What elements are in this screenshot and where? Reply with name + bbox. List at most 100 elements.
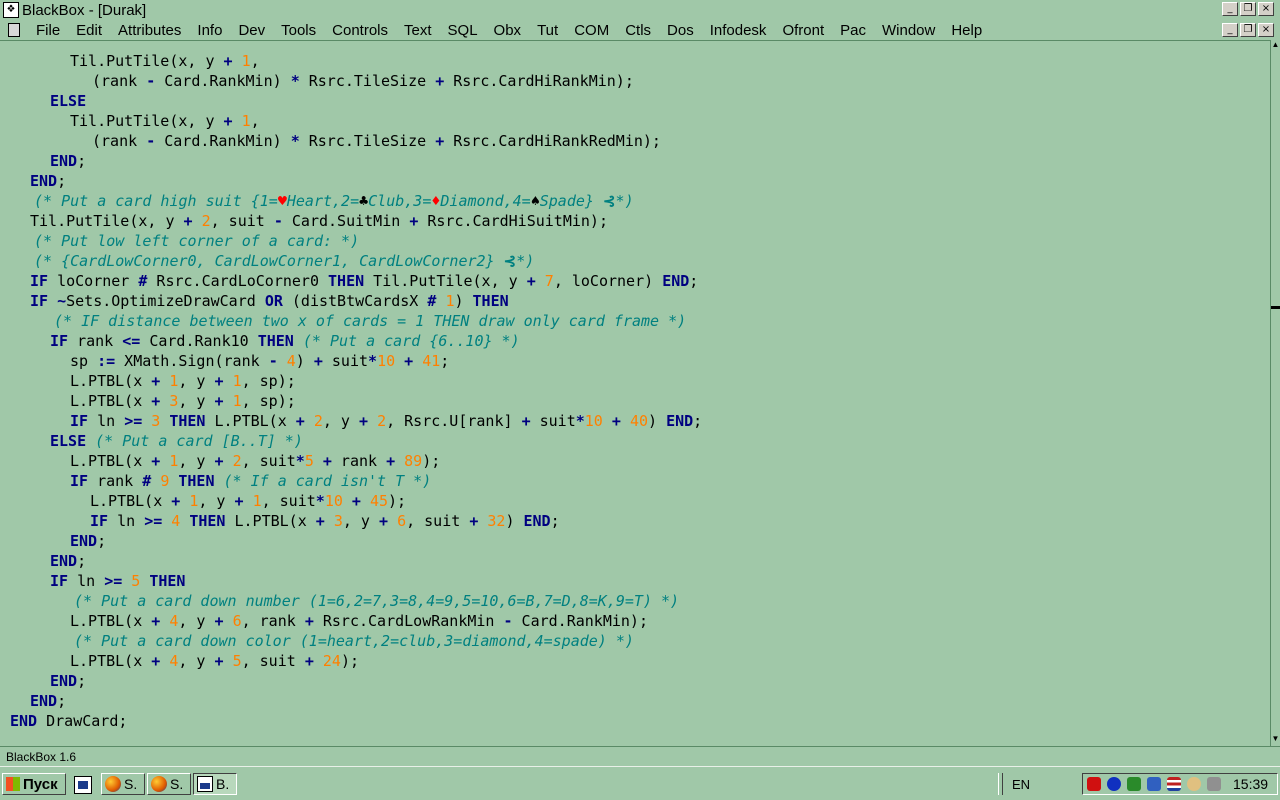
- menu-dev[interactable]: Dev: [230, 22, 273, 39]
- taskbar-button-blackbox[interactable]: B.: [193, 773, 237, 795]
- code-text: XMath.Sign(rank: [115, 352, 269, 370]
- code-line[interactable]: L.PTBL(x + 1, y + 1, suit*10 + 45);: [90, 491, 406, 511]
- code-line[interactable]: END;: [50, 671, 86, 691]
- code-line[interactable]: IF ln >= 3 THEN L.PTBL(x + 2, y + 2, Rsr…: [70, 411, 702, 431]
- code-keyword: >=: [144, 512, 163, 530]
- document-icon[interactable]: [8, 23, 20, 37]
- code-line[interactable]: Til.PutTile(x, y + 1,: [70, 51, 260, 71]
- code-line[interactable]: sp := XMath.Sign(rank - 4) + suit*10 + 4…: [70, 351, 449, 371]
- code-line[interactable]: L.PTBL(x + 4, y + 5, suit + 24);: [70, 651, 359, 671]
- flag-icon[interactable]: [1167, 777, 1181, 791]
- menu-edit[interactable]: Edit: [68, 22, 110, 39]
- security-shield-icon[interactable]: [1147, 777, 1161, 791]
- menu-window[interactable]: Window: [874, 22, 943, 39]
- menu-ctls[interactable]: Ctls: [617, 22, 659, 39]
- code-line[interactable]: IF ln >= 4 THEN L.PTBL(x + 3, y + 6, sui…: [90, 511, 560, 531]
- code-line[interactable]: IF rank <= Card.Rank10 THEN (* Put a car…: [50, 331, 520, 351]
- code-line[interactable]: L.PTBL(x + 1, y + 1, sp);: [70, 371, 296, 391]
- menu-attributes[interactable]: Attributes: [110, 22, 189, 39]
- scroll-thumb[interactable]: [1271, 306, 1280, 309]
- code-comment: *): [516, 252, 535, 270]
- code-keyword: END: [30, 692, 58, 710]
- code-line[interactable]: (* Put a card down color (1=heart,2=club…: [74, 631, 634, 651]
- taskbar-button-firefox-1[interactable]: S.: [101, 773, 145, 795]
- minimize-button[interactable]: _: [1222, 2, 1238, 16]
- taskbar-button-firefox-2[interactable]: S.: [147, 773, 191, 795]
- code-line[interactable]: ELSE (* Put a card [B..T] *): [50, 431, 303, 451]
- menu-controls[interactable]: Controls: [324, 22, 396, 39]
- menu-tools[interactable]: Tools: [273, 22, 324, 39]
- restore-button[interactable]: ❐: [1240, 2, 1256, 16]
- language-indicator[interactable]: EN: [1012, 777, 1030, 792]
- code-line[interactable]: Til.PutTile(x, y + 1,: [70, 111, 260, 131]
- menu-obx[interactable]: Obx: [486, 22, 530, 39]
- menu-tut[interactable]: Tut: [529, 22, 566, 39]
- menu-pac[interactable]: Pac: [832, 22, 874, 39]
- code-text: , suit: [241, 452, 296, 470]
- code-text: (distBtwCardsX: [282, 292, 428, 310]
- antivirus-icon[interactable]: [1087, 777, 1101, 791]
- doc-restore-button[interactable]: ❐: [1240, 23, 1256, 37]
- code-line[interactable]: (* {CardLowCorner0, CardLowCorner1, Card…: [34, 251, 534, 271]
- code-line[interactable]: ELSE: [50, 91, 86, 111]
- code-line[interactable]: END;: [70, 531, 106, 551]
- close-button[interactable]: ×: [1258, 2, 1274, 16]
- code-line[interactable]: (rank - Card.RankMin) * Rsrc.TileSize + …: [92, 71, 634, 91]
- menu-info[interactable]: Info: [189, 22, 230, 39]
- code-line[interactable]: L.PTBL(x + 4, y + 6, rank + Rsrc.CardLow…: [70, 611, 648, 631]
- title-bar[interactable]: ❖ BlackBox - [Durak] _ ❐ ×: [0, 0, 1280, 20]
- volume-icon[interactable]: [1207, 777, 1221, 791]
- code-line[interactable]: L.PTBL(x + 1, y + 2, suit*5 + rank + 89)…: [70, 451, 440, 471]
- code-line[interactable]: IF ~Sets.OptimizeDrawCard OR (distBtwCar…: [30, 291, 509, 311]
- menu-sql[interactable]: SQL: [440, 22, 486, 39]
- toolbar-grip[interactable]: [998, 773, 1003, 795]
- code-line[interactable]: END;: [30, 691, 66, 711]
- network-icon[interactable]: [1127, 777, 1141, 791]
- code-line[interactable]: (* Put a card high suit {1=♥Heart,2=♣Clu…: [34, 191, 634, 211]
- code-text: rank: [68, 332, 123, 350]
- code-line[interactable]: Til.PutTile(x, y + 2, suit - Card.SuitMi…: [30, 211, 608, 231]
- code-keyword: END: [30, 172, 58, 190]
- start-button[interactable]: Пуск: [2, 773, 66, 795]
- bluetooth-icon[interactable]: [1107, 777, 1121, 791]
- code-line[interactable]: END;: [30, 171, 66, 191]
- code-number: 41: [422, 352, 441, 370]
- code-line[interactable]: END;: [50, 151, 86, 171]
- code-line[interactable]: IF loCorner # Rsrc.CardLoCorner0 THEN Ti…: [30, 271, 698, 291]
- code-text: ,: [250, 112, 260, 130]
- menu-com[interactable]: COM: [566, 22, 617, 39]
- code-line[interactable]: L.PTBL(x + 3, y + 1, sp);: [70, 391, 296, 411]
- menu-help[interactable]: Help: [943, 22, 990, 39]
- code-keyword: +: [313, 352, 323, 370]
- code-line[interactable]: IF rank # 9 THEN (* If a card isn't T *): [70, 471, 431, 491]
- code-keyword: END: [50, 552, 78, 570]
- scroll-down-arrow-icon[interactable]: ▼: [1271, 734, 1280, 744]
- code-keyword: THEN: [472, 292, 509, 310]
- code-comment: *): [615, 192, 634, 210]
- code-keyword: <=: [122, 332, 141, 350]
- vertical-scrollbar[interactable]: ▲ ▼: [1270, 40, 1280, 746]
- code-line[interactable]: (* IF distance between two x of cards = …: [54, 311, 686, 331]
- menu-dos[interactable]: Dos: [659, 22, 702, 39]
- blackbox-app-icon[interactable]: ❖: [3, 2, 19, 18]
- code-keyword: *: [290, 132, 300, 150]
- doc-close-button[interactable]: ×: [1258, 23, 1274, 37]
- user-icon[interactable]: [1187, 777, 1201, 791]
- menu-infodesk[interactable]: Infodesk: [702, 22, 775, 39]
- scroll-up-arrow-icon[interactable]: ▲: [1271, 40, 1280, 50]
- code-line[interactable]: END;: [50, 551, 86, 571]
- quicklaunch-blackbox-icon[interactable]: [74, 776, 92, 794]
- menu-text[interactable]: Text: [396, 22, 440, 39]
- doc-minimize-button[interactable]: _: [1222, 23, 1238, 37]
- code-text: L.PTBL(x: [70, 372, 152, 390]
- code-line[interactable]: END DrawCard;: [10, 711, 127, 731]
- code-editor[interactable]: Til.PutTile(x, y + 1, (rank - Card.RankMi…: [0, 40, 1270, 746]
- code-line[interactable]: (* Put low left corner of a card: *): [34, 231, 359, 251]
- menu-file[interactable]: File: [28, 22, 68, 39]
- code-text: L.PTBL(x: [90, 492, 172, 510]
- code-line[interactable]: (* Put a card down number (1=6,2=7,3=8,4…: [74, 591, 679, 611]
- menu-ofront[interactable]: Ofront: [774, 22, 832, 39]
- code-line[interactable]: (rank - Card.RankMin) * Rsrc.TileSize + …: [92, 131, 661, 151]
- code-line[interactable]: IF ln >= 5 THEN: [50, 571, 185, 591]
